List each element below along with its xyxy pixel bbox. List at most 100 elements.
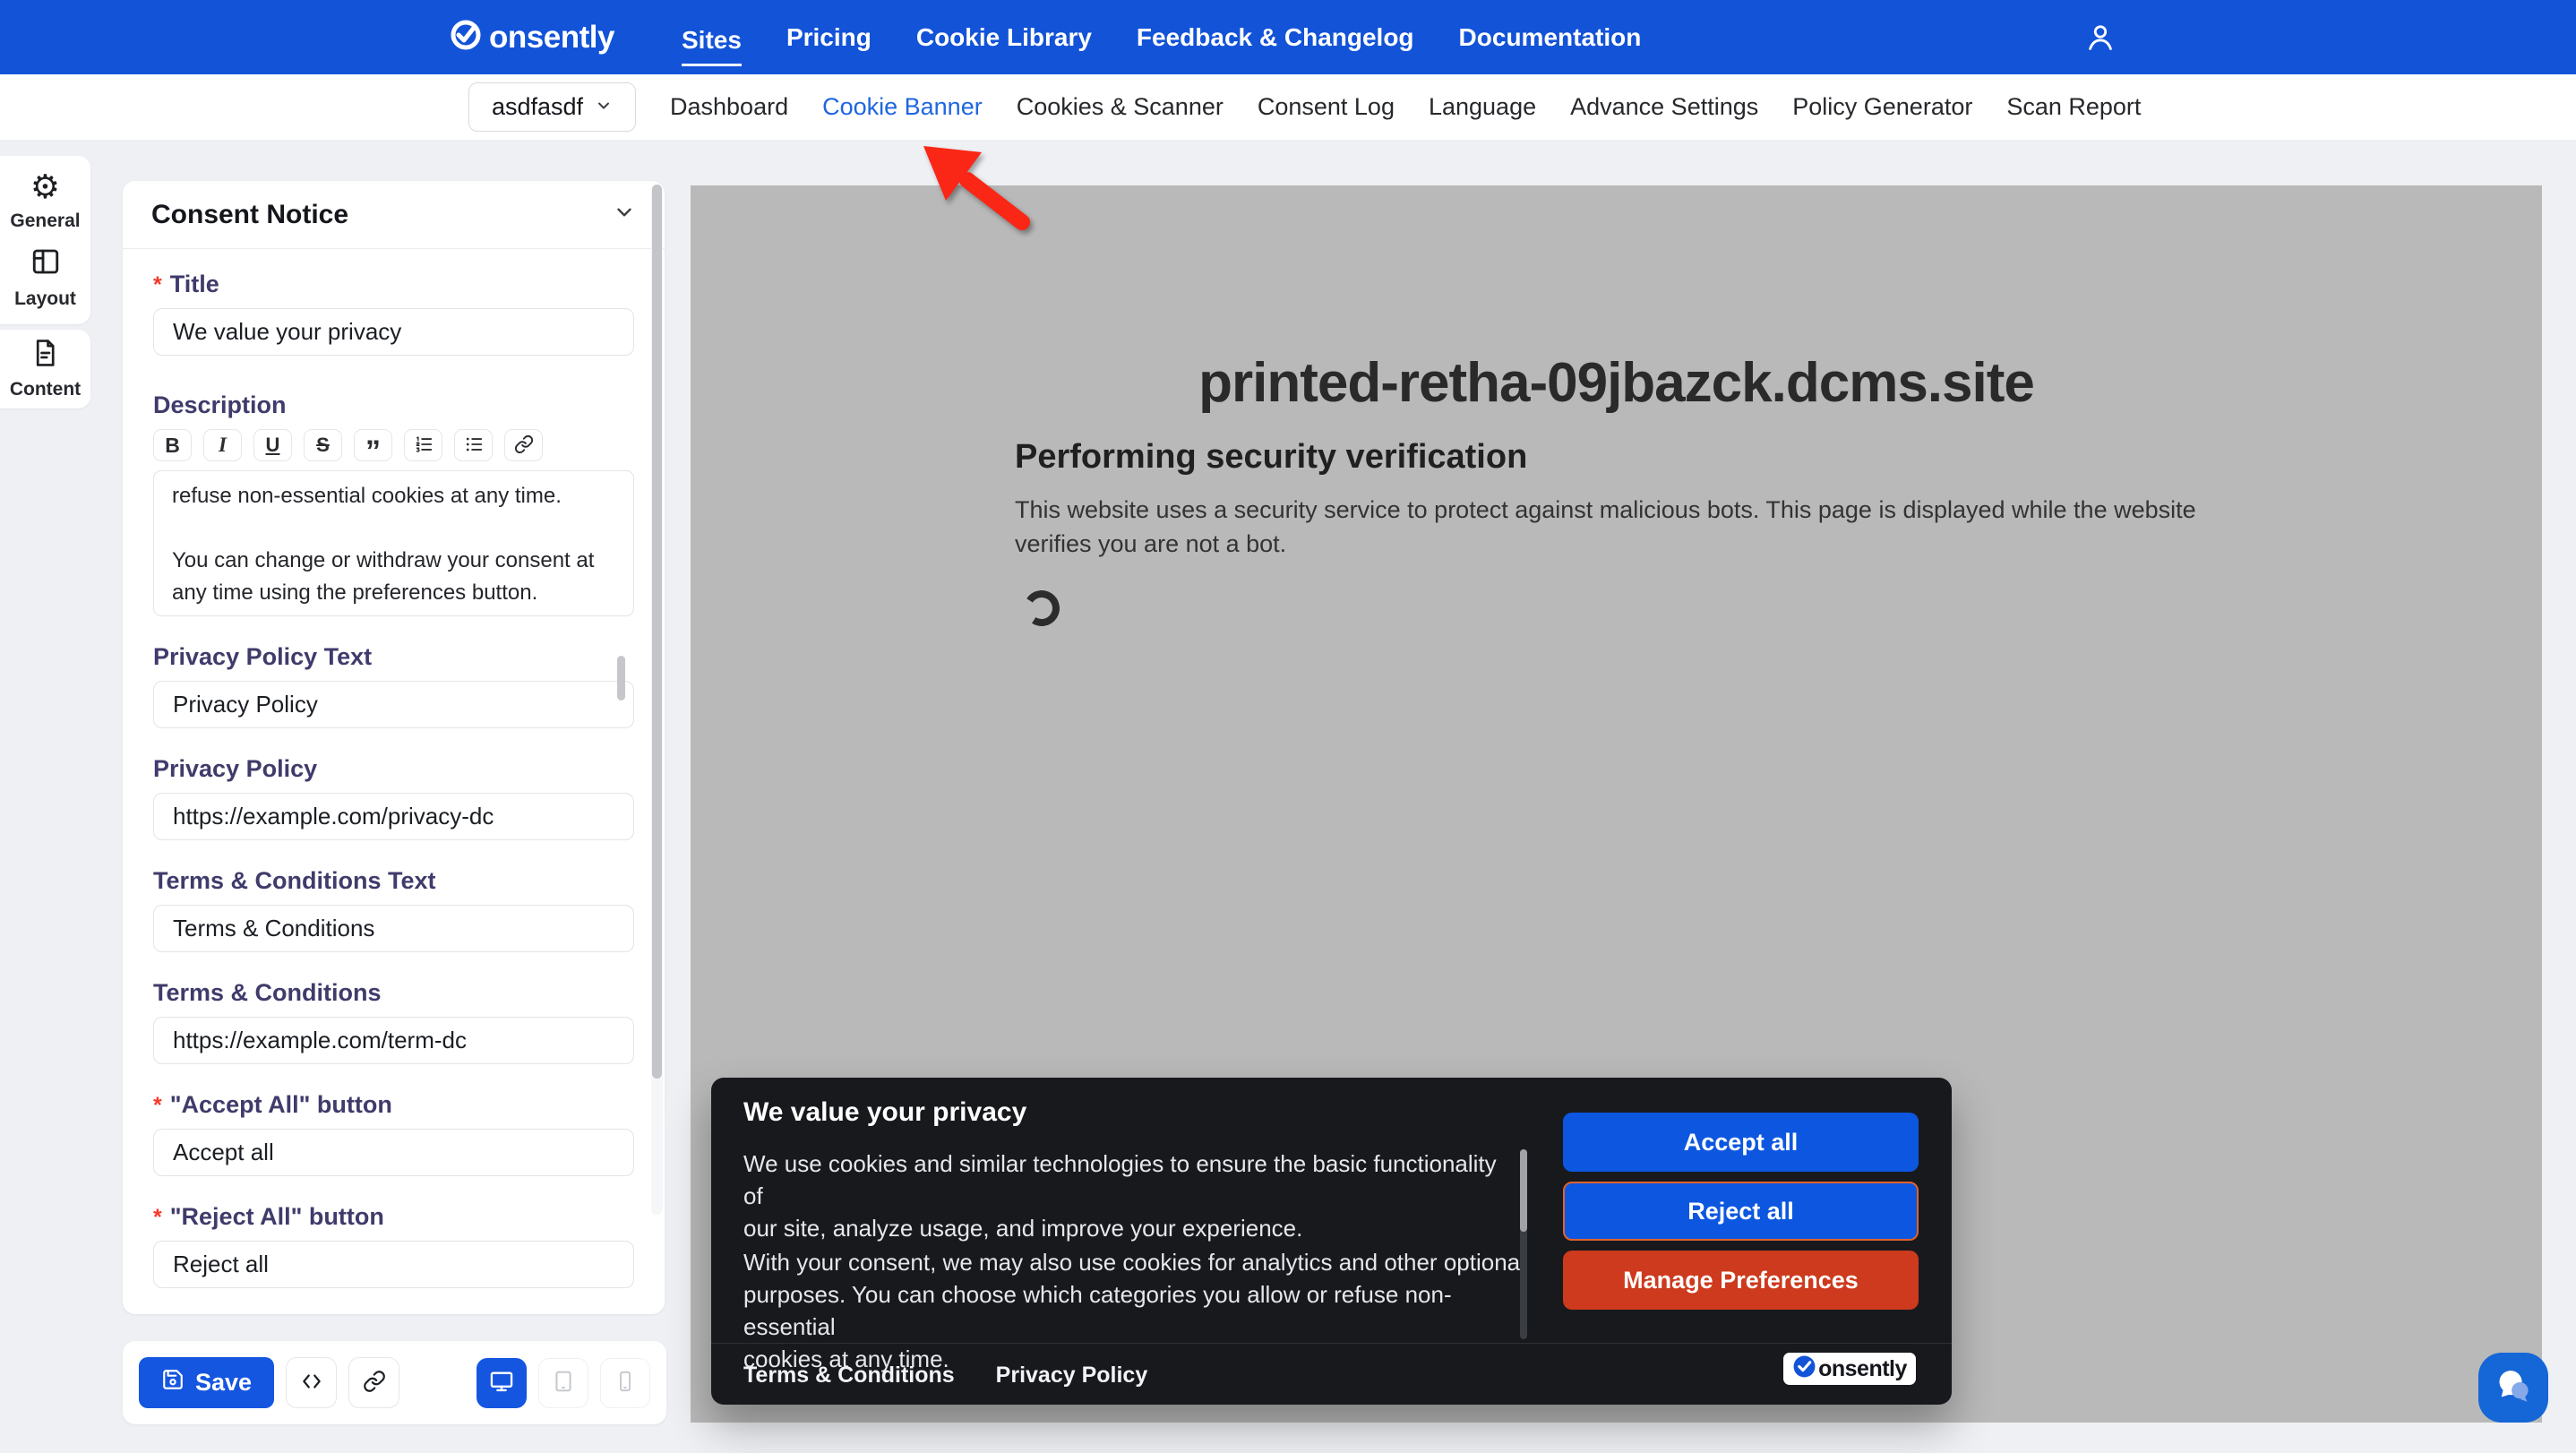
privacy-policy-text-input[interactable] <box>153 681 634 728</box>
ordered-list-icon <box>414 434 434 457</box>
tab-language[interactable]: Language <box>1429 93 1536 121</box>
title-label: * Title <box>153 271 634 298</box>
site-selector-dropdown[interactable]: asdfasdf <box>468 82 636 132</box>
italic-button[interactable]: I <box>203 429 242 461</box>
panel-scrollbar-thumb[interactable] <box>652 185 662 1079</box>
chevron-down-icon[interactable] <box>613 201 636 228</box>
link-icon <box>363 1370 386 1396</box>
top-navigation-bar: onsently Sites Pricing Cookie Library Fe… <box>0 0 2576 74</box>
banner-terms-link[interactable]: Terms & Conditions <box>743 1363 955 1389</box>
reject-all-input[interactable] <box>153 1241 634 1288</box>
italic-icon: I <box>219 434 227 457</box>
rail-item-general[interactable]: ⚙ General <box>10 170 80 232</box>
description-label: Description <box>153 391 634 419</box>
tablet-icon <box>552 1370 575 1396</box>
link-button[interactable] <box>504 429 543 461</box>
embed-code-button[interactable] <box>286 1357 337 1408</box>
rail-label-content: Content <box>10 379 81 400</box>
copy-link-button[interactable] <box>348 1357 399 1408</box>
cookie-consent-banner: We value your privacy We use cookies and… <box>711 1078 1952 1405</box>
required-asterisk: * <box>153 1093 162 1119</box>
red-annotation-arrow <box>896 125 1075 269</box>
banner-scrollbar-track[interactable] <box>1520 1149 1527 1339</box>
tab-policy-generator[interactable]: Policy Generator <box>1792 93 1972 121</box>
privacy-policy-url-input[interactable] <box>153 793 634 840</box>
banner-footer-divider <box>711 1343 1952 1344</box>
consent-notice-panel: Consent Notice * Title Description <box>123 181 665 1314</box>
tab-cookies-scanner[interactable]: Cookies & Scanner <box>1017 93 1224 121</box>
tab-dashboard[interactable]: Dashboard <box>670 93 788 121</box>
nav-item-pricing[interactable]: Pricing <box>786 18 872 57</box>
phone-icon <box>614 1371 636 1395</box>
phone-preview-button[interactable] <box>600 1358 650 1408</box>
description-scrollbar-thumb[interactable] <box>617 656 625 701</box>
save-button-label: Save <box>195 1369 252 1397</box>
profile-icon[interactable] <box>2083 20 2117 54</box>
terms-text-label: Terms & Conditions Text <box>153 867 634 895</box>
underline-button[interactable]: U <box>253 429 292 461</box>
bold-icon: B <box>165 434 180 458</box>
nav-item-feedback-changelog[interactable]: Feedback & Changelog <box>1137 18 1414 57</box>
panel-scrollbar-track[interactable] <box>651 185 663 1215</box>
nav-item-documentation[interactable]: Documentation <box>1459 18 1642 57</box>
site-nav: Dashboard Cookie Banner Cookies & Scanne… <box>670 74 2141 140</box>
bold-button[interactable]: B <box>153 429 192 461</box>
accept-all-input[interactable] <box>153 1129 634 1176</box>
preview-site-title: printed-retha-09jbazck.dcms.site <box>691 351 2542 415</box>
chevron-down-icon <box>595 93 613 121</box>
tab-consent-log[interactable]: Consent Log <box>1258 93 1395 121</box>
layout-icon <box>30 245 62 282</box>
terms-url-input[interactable] <box>153 1017 634 1064</box>
banner-scrollbar-thumb[interactable] <box>1520 1149 1527 1232</box>
unordered-list-button[interactable] <box>454 429 493 461</box>
banner-paragraph-2: With your consent, we may also use cooki… <box>743 1246 1532 1375</box>
tab-scan-report[interactable]: Scan Report <box>2006 93 2141 121</box>
banner-title: We value your privacy <box>743 1097 1026 1128</box>
preview-heading: Performing security verification <box>1015 438 2542 477</box>
privacy-policy-text-field: Privacy Policy Text <box>153 643 634 728</box>
desktop-preview-button[interactable] <box>477 1358 527 1408</box>
link-icon <box>514 434 534 457</box>
primary-nav: Sites Pricing Cookie Library Feedback & … <box>682 0 1641 74</box>
save-button[interactable]: Save <box>139 1357 274 1408</box>
banner-paragraph-1: We use cookies and similar technologies … <box>743 1148 1514 1244</box>
terms-text-field: Terms & Conditions Text <box>153 867 634 952</box>
title-input[interactable] <box>153 308 634 356</box>
tablet-preview-button[interactable] <box>538 1358 588 1408</box>
badge-wordmark: onsently <box>1818 1356 1907 1382</box>
consently-c-check-icon <box>1792 1354 1816 1383</box>
terms-text-input[interactable] <box>153 905 634 952</box>
tab-cookie-banner[interactable]: Cookie Banner <box>822 93 983 121</box>
description-field: Description B I U S ” <box>153 391 634 616</box>
brand-wordmark: onsently <box>489 20 614 56</box>
banner-accept-all-button[interactable]: Accept all <box>1563 1113 1919 1172</box>
rail-item-content[interactable]: Content <box>10 338 81 400</box>
banner-manage-preferences-button[interactable]: Manage Preferences <box>1563 1251 1919 1310</box>
consently-badge[interactable]: onsently <box>1783 1353 1916 1385</box>
consent-notice-header[interactable]: Consent Notice <box>123 181 665 249</box>
accept-all-label: * "Accept All" button <box>153 1091 634 1119</box>
blockquote-button[interactable]: ” <box>354 429 392 461</box>
strikethrough-icon: S <box>316 434 330 457</box>
panel-title: Consent Notice <box>151 200 348 230</box>
nav-item-cookie-library[interactable]: Cookie Library <box>916 18 1092 57</box>
banner-privacy-link[interactable]: Privacy Policy <box>996 1363 1148 1389</box>
richtext-toolbar: B I U S ” <box>153 429 634 461</box>
code-icon <box>300 1370 323 1396</box>
document-icon <box>30 338 60 373</box>
ordered-list-button[interactable] <box>404 429 442 461</box>
site-navigation-bar: asdfasdf Dashboard Cookie Banner Cookies… <box>0 74 2576 140</box>
consently-logo[interactable]: onsently <box>448 0 614 74</box>
loading-spinner <box>1020 587 1062 629</box>
strikethrough-button[interactable]: S <box>304 429 342 461</box>
nav-item-sites[interactable]: Sites <box>682 21 742 66</box>
rail-item-layout[interactable]: Layout <box>14 245 76 310</box>
tab-advance-settings[interactable]: Advance Settings <box>1570 93 1758 121</box>
panel-body: * Title Description B I U S ” <box>123 249 665 1288</box>
site-selector-value: asdfasdf <box>492 93 583 121</box>
banner-reject-all-button[interactable]: Reject all <box>1563 1182 1919 1241</box>
monitor-icon <box>489 1369 514 1397</box>
privacy-policy-url-field: Privacy Policy <box>153 755 634 840</box>
chat-launcher-button[interactable] <box>2478 1353 2548 1423</box>
description-textarea[interactable]: refuse non-essential cookies at any time… <box>153 470 634 616</box>
